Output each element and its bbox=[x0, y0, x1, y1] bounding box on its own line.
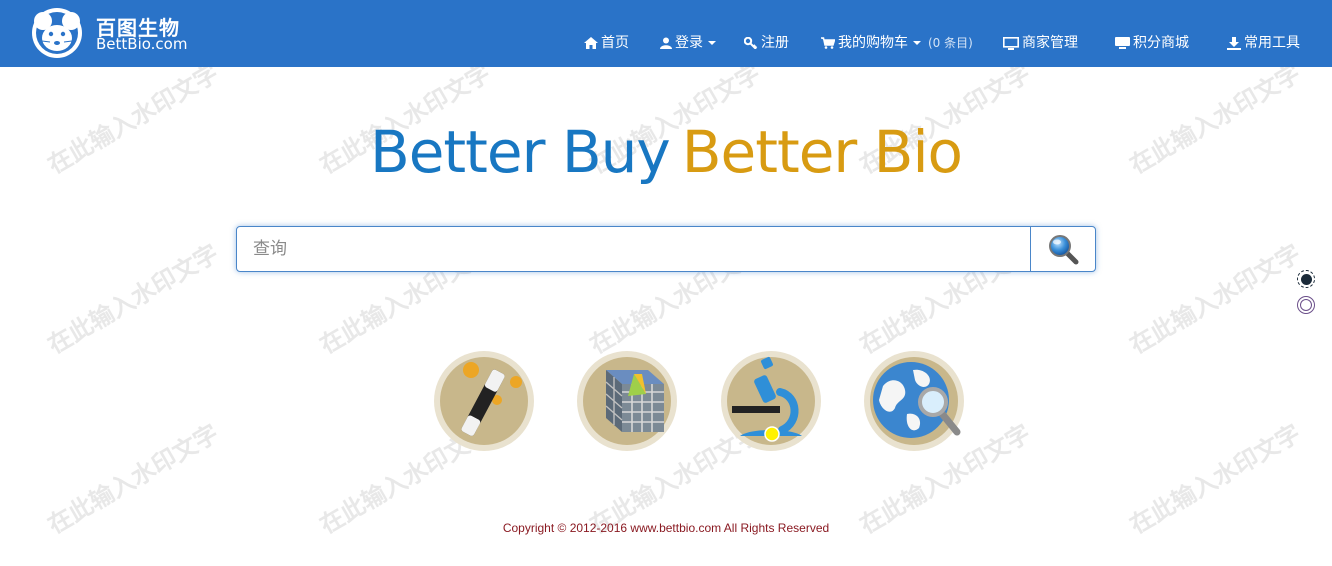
key-icon bbox=[744, 37, 758, 49]
chevron-down-icon bbox=[708, 41, 716, 45]
shop-icon bbox=[1115, 36, 1130, 49]
tool-magic-wand[interactable] bbox=[433, 350, 535, 452]
slogan-better-bio: Better Bio bbox=[681, 118, 963, 186]
cart-item-count: (0 条目) bbox=[928, 36, 973, 50]
mouse-logo-icon bbox=[32, 8, 82, 58]
microscope-icon bbox=[721, 351, 821, 451]
page-dot-nav bbox=[1297, 270, 1315, 322]
watermark-text: 在此输入水印文字 bbox=[43, 239, 224, 360]
footer-copyright: Copyright © 2012-2016 www.bettbio.com Al… bbox=[502, 521, 830, 535]
product-cube-icon bbox=[577, 351, 677, 451]
nav-home[interactable]: 首页 bbox=[584, 33, 629, 53]
top-navbar: 百图生物 BettBio.com 首页 登录 注册 我的购物车 (0 条目) 商… bbox=[0, 0, 1332, 67]
site-logo[interactable]: 百图生物 BettBio.com bbox=[28, 4, 208, 60]
tool-microscope[interactable] bbox=[720, 350, 822, 452]
nav-tools-label: 常用工具 bbox=[1244, 35, 1300, 51]
nav-points-mall-label: 积分商城 bbox=[1133, 35, 1189, 51]
dot-nav-item-1[interactable] bbox=[1297, 270, 1315, 288]
nav-tools[interactable]: 常用工具 bbox=[1227, 33, 1300, 53]
nav-merchant-label: 商家管理 bbox=[1022, 35, 1078, 51]
magic-wand-icon bbox=[434, 351, 534, 451]
tool-product-cube[interactable] bbox=[576, 350, 678, 452]
dot-nav-item-2[interactable] bbox=[1297, 296, 1315, 314]
nav-register-label: 注册 bbox=[761, 35, 789, 51]
search-input[interactable] bbox=[237, 227, 1017, 271]
user-icon bbox=[660, 37, 672, 49]
search-button[interactable] bbox=[1030, 227, 1095, 271]
download-icon bbox=[1227, 36, 1241, 50]
logo-english-name: BettBio.com bbox=[96, 35, 188, 53]
nav-home-label: 首页 bbox=[601, 35, 629, 51]
nav-cart[interactable]: 我的购物车 (0 条目) bbox=[821, 33, 973, 53]
nav-points-mall[interactable]: 积分商城 bbox=[1115, 33, 1189, 53]
slogan: Better Buy Better Bio bbox=[0, 118, 1332, 186]
globe-search-icon bbox=[864, 351, 964, 451]
nav-merchant[interactable]: 商家管理 bbox=[1003, 33, 1078, 53]
cart-icon bbox=[821, 37, 835, 49]
home-icon bbox=[584, 37, 598, 49]
nav-register[interactable]: 注册 bbox=[744, 33, 789, 53]
search-box bbox=[236, 226, 1096, 272]
watermark-text: 在此输入水印文字 bbox=[1125, 239, 1306, 360]
nav-cart-label: 我的购物车 bbox=[838, 35, 908, 51]
slogan-better-buy: Better Buy bbox=[369, 118, 671, 186]
nav-login[interactable]: 登录 bbox=[660, 33, 716, 53]
nav-login-label: 登录 bbox=[675, 35, 703, 51]
search-icon bbox=[1049, 235, 1079, 265]
tool-globe-search[interactable] bbox=[863, 350, 965, 452]
chevron-down-icon bbox=[913, 41, 921, 45]
monitor-icon bbox=[1003, 36, 1019, 50]
